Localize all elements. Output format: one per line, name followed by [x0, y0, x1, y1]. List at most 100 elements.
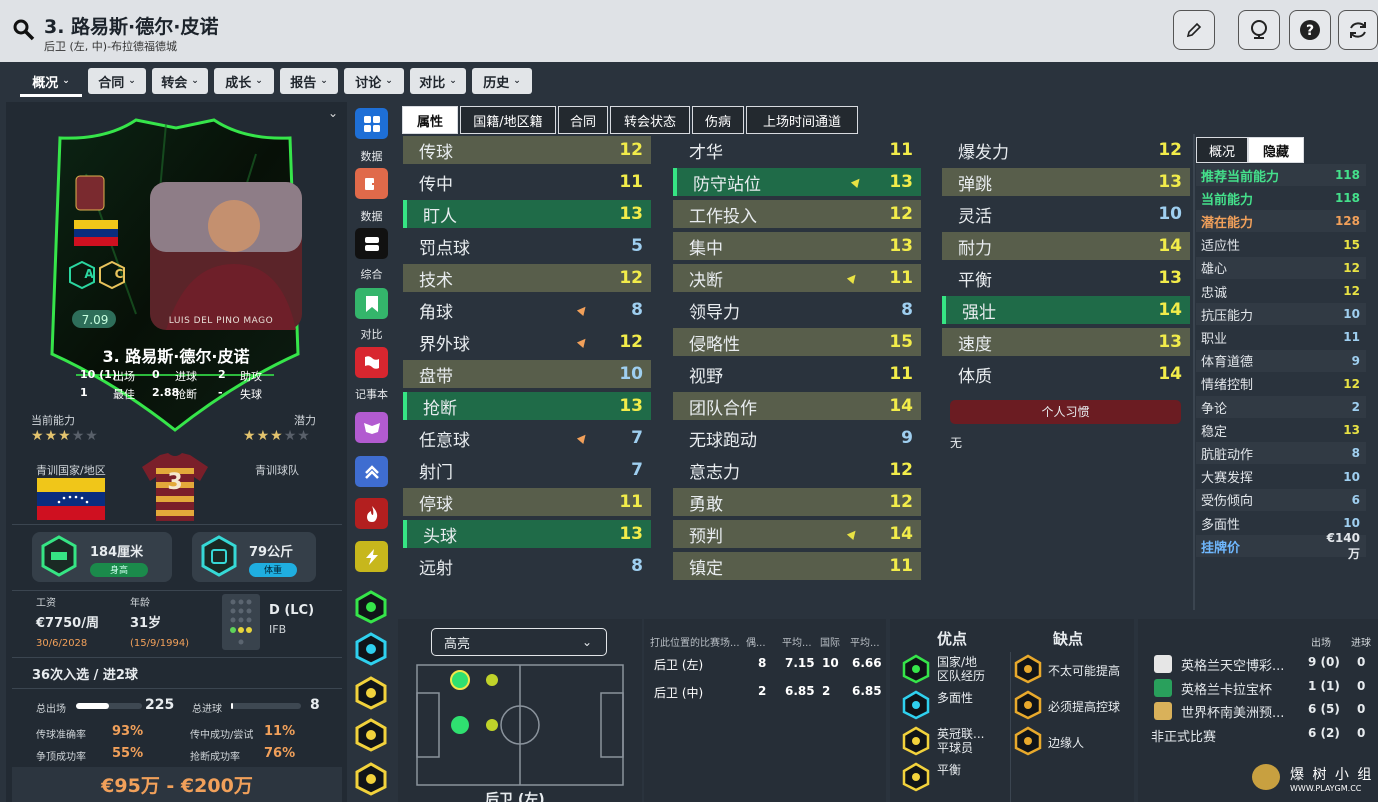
pro-trait: 多面性	[937, 691, 974, 705]
attr-value: 12	[889, 204, 913, 224]
nav-tab-5[interactable]: 讨论 ⌄	[344, 68, 404, 94]
attr-tab-3[interactable]: 转会状态	[610, 106, 690, 134]
hidden-attr-name: 职业	[1201, 331, 1228, 347]
lightning-icon[interactable]	[355, 541, 388, 572]
hidden-attr-name: 潜在能力	[1201, 215, 1254, 231]
card-stat-0-4: 2	[218, 368, 226, 381]
rate-label: 传中成功/尝试	[190, 730, 254, 741]
pitch-diagram	[416, 664, 624, 786]
nav-tab-label: 报告	[290, 75, 317, 91]
col3-row: 爆发力 12	[942, 136, 1190, 164]
pro-trait: 国家/地 区队经历	[937, 655, 986, 683]
search-icon[interactable]	[12, 18, 36, 42]
stats-icon[interactable]	[355, 108, 388, 139]
header-bar: 3. 路易斯·德尔·皮诺 后卫 (左, 中)-布拉德福德城 ?	[0, 0, 1378, 62]
col3-row: 灵活 10	[942, 200, 1190, 228]
attr-value: 13	[1158, 268, 1182, 288]
nav-tab-2[interactable]: 转会 ⌄	[152, 68, 208, 94]
hidden-attr-name: 适应性	[1201, 239, 1241, 255]
attr-name: 强壮	[962, 302, 996, 323]
card-rating: 7.09	[81, 313, 109, 327]
overview-icon[interactable]	[355, 228, 388, 259]
highlight-dropdown[interactable]: 高亮 ⌄	[431, 628, 607, 656]
nav-tab-label: 概况	[32, 75, 59, 91]
help-button[interactable]: ?	[1289, 10, 1331, 50]
col2-row: 才华 11	[673, 136, 921, 164]
nav-tab-4[interactable]: 报告 ⌄	[280, 68, 338, 94]
nav-tab-label: 合同	[98, 75, 125, 91]
pos-table-cell: 10	[822, 656, 839, 670]
grid-icon	[363, 115, 380, 132]
col1-row: 技术 12	[403, 264, 651, 292]
rate-label: 抢断成功率	[190, 752, 240, 763]
attr-value: 7	[631, 460, 643, 480]
notebook-icon[interactable]	[355, 347, 388, 378]
attr-tab-2[interactable]: 合同	[558, 106, 608, 134]
pos-table-cell: 6.66	[852, 656, 882, 670]
nav-tab-3[interactable]: 成长 ⌄	[214, 68, 274, 94]
pos-table-header: 偶...	[746, 638, 766, 649]
attr-value: 12	[889, 492, 913, 512]
hidden-attr-name: 稳定	[1201, 424, 1228, 440]
card-stat-1-1: 最佳	[113, 388, 135, 401]
pro-trait-icon	[902, 726, 930, 756]
attr-tab-1[interactable]: 国籍/地区籍	[460, 106, 556, 134]
fire-icon[interactable]	[355, 498, 388, 529]
height-value: 184厘米	[90, 545, 144, 560]
hidden-attr-value: 118	[1334, 168, 1360, 182]
mask-icon[interactable]	[355, 412, 388, 443]
attr-value: 13	[889, 172, 913, 192]
current-ability-label: 当前能力	[31, 414, 75, 427]
nav-tab-6[interactable]: 对比 ⌄	[410, 68, 466, 94]
hidden-attr-value: 12	[1343, 284, 1360, 298]
scout-button[interactable]	[1238, 10, 1280, 50]
card-stat-0-1: 出场	[113, 370, 135, 383]
divider	[1193, 134, 1195, 610]
attr-tab-5[interactable]: 上场时间通道	[746, 106, 858, 134]
collapse-chevron-icon[interactable]: ⌄	[328, 106, 338, 120]
rank-icon[interactable]	[355, 456, 388, 487]
hidden-attr-value: 10	[1343, 516, 1360, 530]
trait-hex-icon[interactable]	[355, 676, 387, 710]
attr-value: 11	[889, 140, 913, 160]
con-trait-icon	[1014, 690, 1042, 720]
edit-button[interactable]	[1173, 10, 1215, 50]
trait-hex-icon[interactable]	[355, 762, 387, 796]
chevron-down-icon: ⌄	[255, 76, 263, 86]
star-icon: ★	[243, 428, 257, 444]
hidden-attr-value: 2	[1351, 400, 1360, 414]
hidden-attr-row: 争论 2	[1196, 396, 1366, 418]
col2-row: 工作投入 12	[673, 200, 921, 228]
attr-tab-4[interactable]: 伤病	[692, 106, 744, 134]
personal-habits-header: 个人习惯	[950, 400, 1181, 424]
nav-tab-7[interactable]: 历史 ⌄	[472, 68, 532, 94]
competition-goals: 0	[1357, 725, 1366, 740]
attr-name: 传球	[419, 142, 453, 163]
refresh-button[interactable]	[1338, 10, 1378, 50]
attr-value: 12	[1158, 140, 1182, 160]
compare-icon[interactable]	[355, 288, 388, 319]
hidden-attr-value: 10	[1343, 307, 1360, 322]
col1-row: 头球 13	[403, 520, 651, 548]
trait-hex-icon[interactable]	[355, 632, 387, 666]
chevron-down-icon: ⌄	[581, 635, 592, 649]
trait-hex-icon[interactable]	[355, 590, 387, 624]
potential-label: 潜力	[294, 414, 316, 427]
stats-label: 数据	[360, 150, 383, 163]
nav-active-underline	[20, 94, 82, 97]
competition-logo-icon	[1154, 678, 1172, 697]
trait-hex-icon[interactable]	[355, 718, 387, 752]
hidden-attr-name: 雄心	[1201, 262, 1228, 278]
data-icon[interactable]	[355, 168, 388, 199]
col2-row: 防守站位 13 ▲	[673, 168, 921, 196]
attr-name: 勇敢	[689, 494, 723, 515]
hidden-tab-1[interactable]: 隐藏	[1248, 137, 1304, 163]
attr-tab-0[interactable]: 属性	[402, 106, 458, 134]
hidden-tab-0[interactable]: 概况	[1196, 137, 1248, 163]
attr-value: 14	[889, 396, 913, 416]
exit-icon	[364, 177, 380, 190]
nav-tab-0[interactable]: 概况 ⌄	[20, 68, 82, 94]
chevron-down-icon: ⌄	[191, 76, 199, 86]
nav-tab-1[interactable]: 合同 ⌄	[88, 68, 146, 94]
attr-name: 射门	[419, 462, 453, 483]
